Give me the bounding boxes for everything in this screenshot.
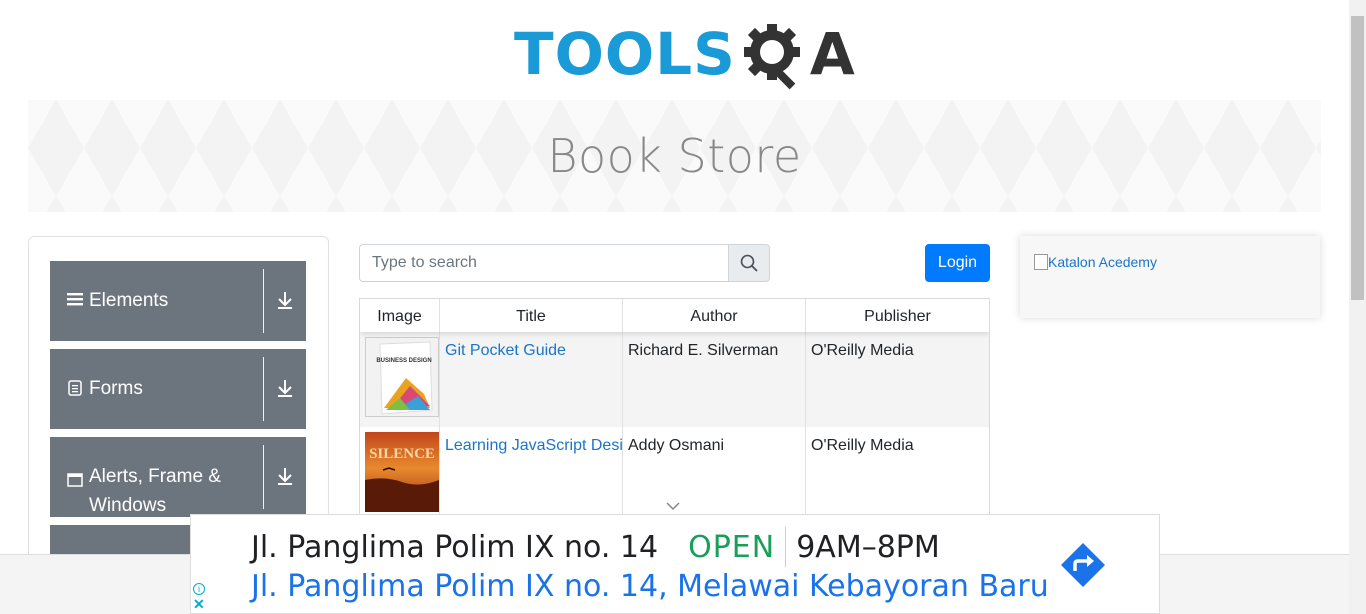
table-header: Image Title Author Publisher — [360, 299, 989, 332]
divider — [263, 269, 264, 333]
book-cover-text: SILENCE — [369, 446, 435, 462]
search-button[interactable] — [728, 244, 770, 282]
chevron-down-icon[interactable] — [664, 500, 682, 512]
sidebar-group-label: Forms — [89, 378, 143, 399]
book-cover-image: BUSINESS DESIGN — [365, 337, 439, 417]
search-input[interactable] — [359, 244, 729, 282]
toolsqa-logo[interactable]: TOOLS A — [514, 16, 855, 92]
logo-qa: A — [738, 16, 855, 92]
ad-open-status: OPEN — [688, 529, 776, 565]
sidebar-group-label: Elements — [89, 290, 169, 311]
katalon-ad-image[interactable]: Katalon Acedemy — [1034, 254, 1157, 270]
katalon-ad-alt: Katalon Acedemy — [1048, 254, 1157, 270]
menu-icon — [66, 292, 84, 306]
download-arrow-icon[interactable] — [264, 467, 306, 485]
column-header-image[interactable]: Image — [360, 299, 440, 332]
logo-a-text: A — [809, 20, 855, 88]
column-header-publisher[interactable]: Publisher — [806, 299, 989, 332]
book-cover-cell: SILENCE — [360, 427, 440, 522]
book-title-cell: Learning JavaScript Design Patterns — [440, 427, 623, 522]
ad-hours: 9AM–8PM — [796, 529, 940, 565]
katalon-ad[interactable]: Katalon Acedemy — [1020, 236, 1320, 318]
location-ad[interactable]: Jl. Panglima Polim IX no. 14 OPEN 9AM–8P… — [190, 514, 1160, 614]
search-icon — [740, 254, 758, 272]
divider — [263, 445, 264, 509]
divider — [785, 527, 787, 567]
book-publisher-cell: O'Reilly Media — [811, 437, 914, 454]
login-button[interactable]: Login — [925, 244, 990, 282]
divider — [263, 357, 264, 421]
broken-image-icon — [1034, 254, 1048, 270]
book-author-cell: Addy Osmani — [623, 427, 806, 522]
window-icon — [66, 468, 84, 491]
form-icon — [66, 380, 84, 396]
ad-address: Jl. Panglima Polim IX no. 14 — [251, 529, 659, 565]
page-title: Book Store — [547, 129, 802, 183]
page-scrollbar[interactable] — [1349, 0, 1366, 614]
sidebar-group-label: Alerts, Frame & — [89, 466, 221, 487]
sidebar-group-label-line2: Windows — [89, 495, 167, 516]
column-header-title[interactable]: Title — [440, 299, 623, 332]
page-banner: Book Store — [28, 100, 1321, 212]
book-title-link[interactable]: Learning JavaScript Design Patterns — [445, 437, 622, 454]
book-cover-cell: BUSINESS DESIGN — [360, 332, 440, 427]
logo-tools-text: TOOLS — [514, 20, 736, 88]
gear-magnifier-icon — [743, 24, 800, 90]
book-cover-image: SILENCE — [365, 432, 439, 512]
book-publisher-cell: O'Reilly Media — [811, 342, 914, 359]
column-header-author[interactable]: Author — [623, 299, 806, 332]
page: TOOLS A Book Store Elements Forms Alerts… — [0, 0, 1366, 614]
ad-info-icon[interactable]: i — [193, 583, 205, 595]
search-box — [359, 244, 770, 282]
download-arrow-icon[interactable] — [264, 291, 306, 309]
download-arrow-icon[interactable] — [264, 379, 306, 397]
ad-close-icon[interactable]: ✕ — [193, 597, 205, 611]
directions-icon[interactable] — [1059, 541, 1107, 589]
sidebar-group-forms[interactable]: Forms — [50, 349, 306, 429]
book-author-cell: Richard E. Silverman — [623, 332, 806, 427]
book-cover-text: BUSINESS DESIGN — [376, 358, 431, 364]
scrollbar-thumb[interactable] — [1351, 16, 1364, 300]
sidebar-group-elements[interactable]: Elements — [50, 261, 306, 341]
book-title-cell: Git Pocket Guide — [440, 332, 623, 427]
ad-full-address[interactable]: Jl. Panglima Polim IX no. 14, Melawai Ke… — [251, 569, 1049, 604]
book-title-link[interactable]: Git Pocket Guide — [445, 342, 566, 359]
sidebar-group-alerts[interactable]: Alerts, Frame & Windows — [50, 437, 306, 517]
table-row: BUSINESS DESIGN Git Pocket Guide Richard… — [360, 332, 989, 427]
ad-headline: Jl. Panglima Polim IX no. 14 OPEN 9AM–8P… — [251, 527, 940, 567]
